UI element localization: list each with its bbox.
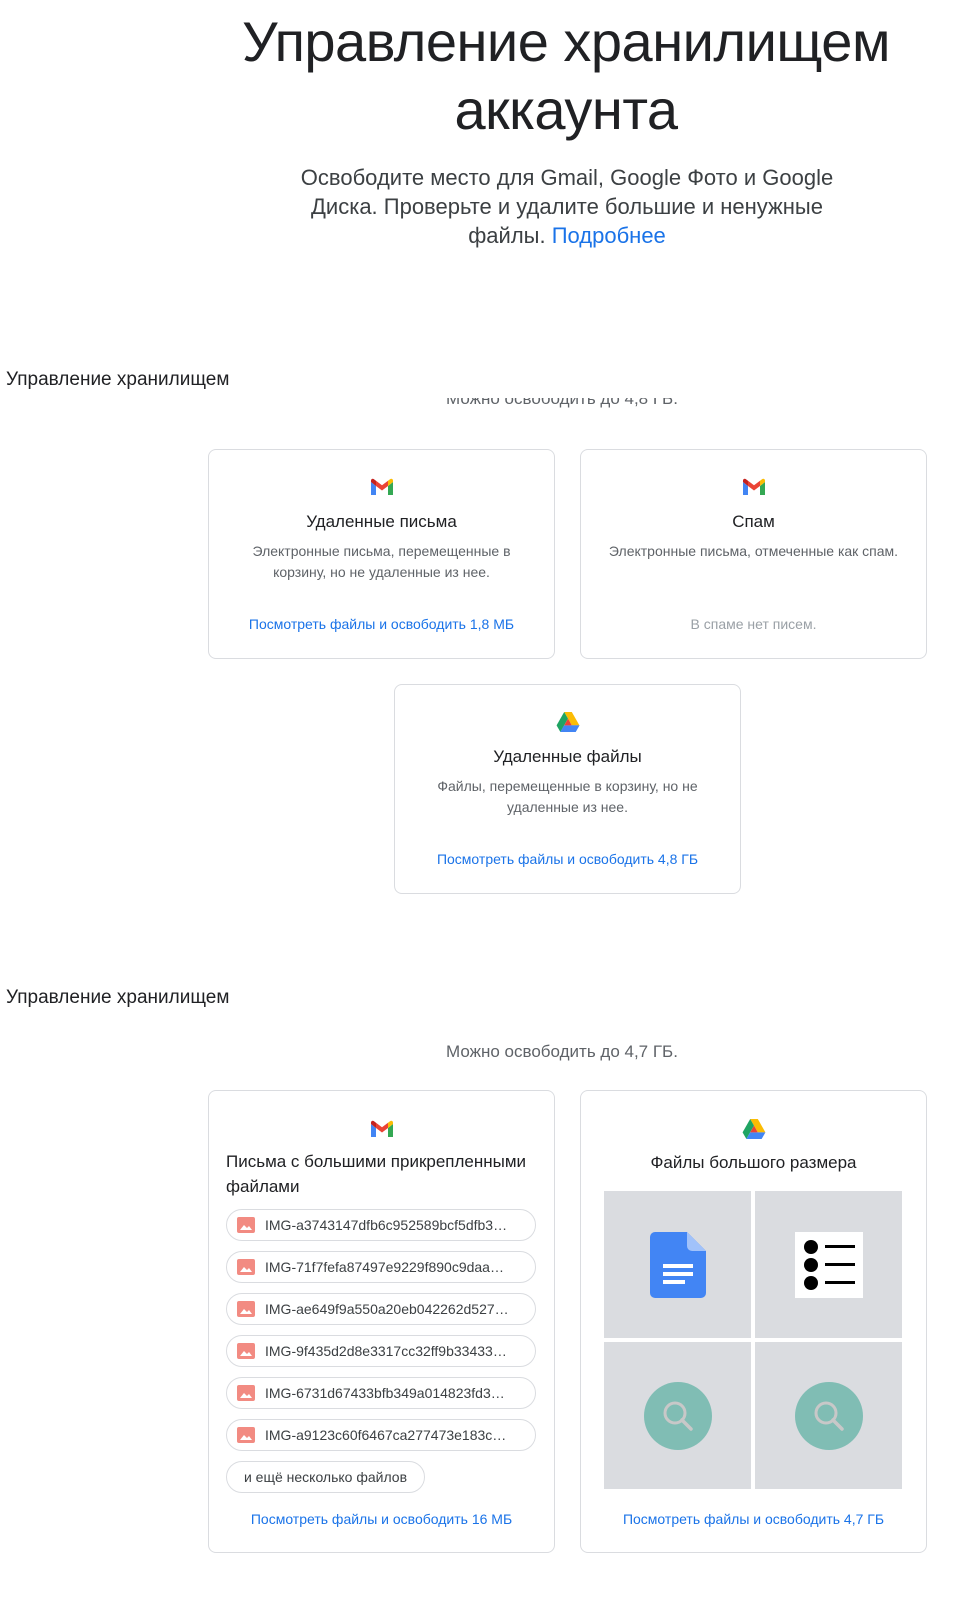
view-free-link[interactable]: Посмотреть файлы и освободить 4,7 ГБ: [589, 1511, 918, 1527]
attachment-chip[interactable]: IMG-9f435d2d8e3317cc32ff9b33433…: [226, 1335, 536, 1367]
attachment-chip[interactable]: IMG-ae649f9a550a20eb042262d527…: [226, 1293, 536, 1325]
view-free-link[interactable]: Посмотреть файлы и освободить 1,8 МБ: [217, 616, 546, 632]
attachment-chip[interactable]: IMG-6731d67433bfb349a014823fd3…: [226, 1377, 536, 1409]
section-title-storage: Управление хранилищем: [6, 369, 230, 390]
no-spam-text: В спаме нет писем.: [690, 616, 817, 632]
image-icon: [237, 1385, 255, 1401]
file-thumbnail[interactable]: [604, 1342, 751, 1489]
search-icon: [643, 1381, 712, 1450]
docs-icon: [649, 1231, 706, 1298]
card-large-files: Файлы большого размера Посмотреть файлы …: [580, 1090, 927, 1553]
attachment-name: IMG-a9123c60f6467ca277473e183c…: [265, 1427, 507, 1443]
card-title: Удаленные письма: [306, 512, 457, 531]
attachment-name: IMG-71f7fefa87497e9229f890c9daa…: [265, 1259, 504, 1275]
file-thumbnail[interactable]: [755, 1191, 902, 1338]
search-icon: [794, 1381, 863, 1450]
file-thumbnails: [604, 1191, 902, 1489]
attachment-name: IMG-a3743147dfb6c952589bcf5dfb3…: [265, 1217, 508, 1233]
cutoff-savings-text: Можно освободить до 4,8 ГБ.: [446, 398, 678, 408]
card-spam: Спам Электронные письма, отмеченные как …: [580, 449, 927, 659]
attachment-name: IMG-6731d67433bfb349a014823fd3…: [265, 1385, 505, 1401]
card-title: Письма с большими прикрепленными файлами: [226, 1152, 527, 1196]
gmail-icon: [742, 478, 765, 495]
attachment-chip[interactable]: IMG-71f7fefa87497e9229f890c9daa…: [226, 1251, 536, 1283]
view-free-link[interactable]: Посмотреть файлы и освободить 4,8 ГБ: [403, 851, 732, 867]
attachment-chip[interactable]: IMG-a3743147dfb6c952589bcf5dfb3…: [226, 1209, 536, 1241]
more-files-chip[interactable]: и ещё несколько файлов: [226, 1461, 425, 1493]
drive-icon: [742, 1119, 765, 1139]
attachment-name: IMG-9f435d2d8e3317cc32ff9b33433…: [265, 1343, 507, 1359]
savings-text: Можно освободить до 4,7 ГБ.: [446, 1042, 678, 1061]
card-deleted-emails: Удаленные письма Электронные письма, пер…: [208, 449, 555, 659]
view-free-link[interactable]: Посмотреть файлы и освободить 16 МБ: [217, 1511, 546, 1527]
image-icon: [237, 1427, 255, 1443]
page-title-line1: Управление хранилищем: [242, 10, 890, 73]
attachment-name: IMG-ae649f9a550a20eb042262d527…: [265, 1301, 509, 1317]
image-icon: [237, 1343, 255, 1359]
card-title: Спам: [732, 512, 775, 531]
list-icon: [794, 1231, 863, 1298]
card-description: Электронные письма, перемещенные в корзи…: [252, 543, 511, 580]
card-description: Файлы, перемещенные в корзину, но не уда…: [437, 778, 698, 815]
image-icon: [237, 1301, 255, 1317]
card-title: Файлы большого размера: [650, 1153, 857, 1172]
card-large-attachments: Письма с большими прикрепленными файлами…: [208, 1090, 555, 1553]
drive-icon: [556, 712, 579, 732]
image-icon: [237, 1217, 255, 1233]
file-thumbnail[interactable]: [755, 1342, 902, 1489]
card-description: Электронные письма, отмеченные как спам.: [608, 543, 899, 559]
page-title: Управление хранилищем аккаунта: [196, 8, 936, 144]
attachment-chip[interactable]: IMG-a9123c60f6467ca277473e183c…: [226, 1419, 536, 1451]
gmail-icon: [370, 478, 393, 495]
card-deleted-files: Удаленные файлы Файлы, перемещенные в ко…: [394, 684, 741, 894]
gmail-icon: [370, 1120, 393, 1137]
learn-more-link[interactable]: Подробнее: [552, 223, 666, 248]
image-icon: [237, 1259, 255, 1275]
section-title-storage: Управление хранилищем: [6, 987, 230, 1008]
card-title: Удаленные файлы: [493, 747, 642, 766]
page-title-line2: аккаунта: [454, 78, 678, 141]
file-thumbnail[interactable]: [604, 1191, 751, 1338]
page-subtitle: Освободите место для Gmail, Google Фото …: [286, 163, 848, 250]
